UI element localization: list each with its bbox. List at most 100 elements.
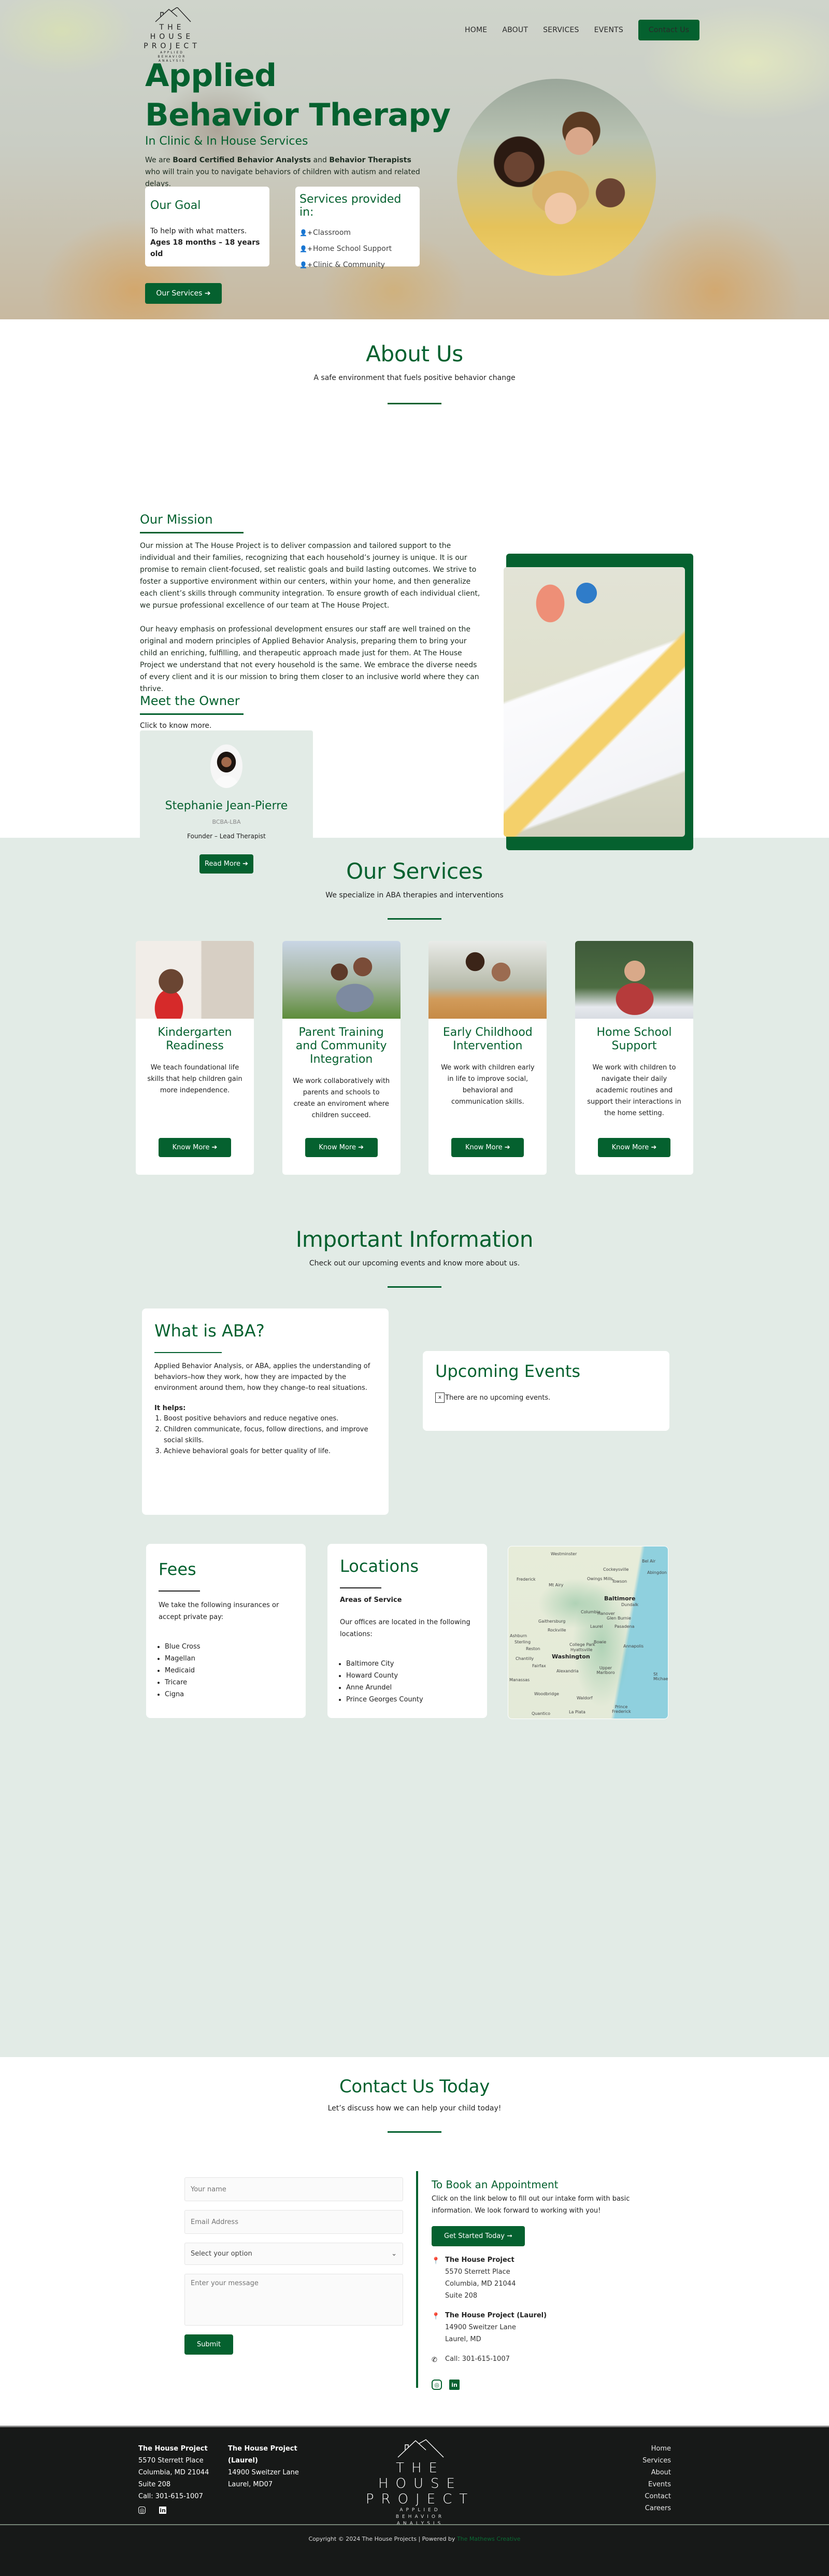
contact-title: Contact Us Today — [339, 2076, 490, 2097]
map-label: Owings Mills — [587, 1576, 613, 1581]
map-label: Frederick — [517, 1577, 536, 1582]
map-label: St Michaels — [653, 1672, 668, 1681]
know-more-button[interactable]: Know More ➔ — [159, 1138, 231, 1157]
get-started-button[interactable]: Get Started Today ➞ — [432, 2226, 525, 2246]
submit-button[interactable]: Submit — [184, 2334, 233, 2355]
address-laurel: 📍 The House Project (Laurel) 14900 Sweitz… — [432, 2310, 644, 2345]
divider — [388, 1286, 441, 1288]
map-label: Fairfax — [532, 1664, 546, 1668]
footer-address-line: Laurel, MD07 — [228, 2481, 273, 2488]
services-title: Our Services — [346, 858, 483, 884]
calendar-x-icon: x — [435, 1392, 445, 1403]
copyright-text: Copyright © 2024 The House Projects | Po… — [308, 2536, 457, 2542]
owner-name: Stephanie Jean-Pierre — [165, 799, 288, 812]
footer-link-home[interactable]: Home — [642, 2443, 671, 2455]
instagram-icon[interactable]: ◎ — [138, 2507, 146, 2514]
owner-hint: Click to know more. — [140, 722, 212, 730]
service-card: Early Childhood Intervention We work wit… — [428, 941, 547, 1175]
main-nav: HOME ABOUT SERVICES EVENTS Contact Us — [465, 20, 699, 40]
address-line: Suite 208 — [445, 2292, 478, 2300]
footer-link-careers[interactable]: Careers — [642, 2502, 671, 2514]
book-text: Click on the link below to fill out our … — [432, 2195, 630, 2215]
map-label: Quantico — [532, 1711, 550, 1716]
mission-title: Our Mission — [140, 512, 213, 527]
service-title: Parent Training and Community Integratio… — [295, 1026, 387, 1066]
divider — [154, 1352, 222, 1353]
map-label: Annapolis — [623, 1644, 644, 1649]
logo-line1: THE HOUSE — [150, 23, 194, 41]
nav-home[interactable]: HOME — [465, 26, 487, 34]
map-label: Chantilly — [516, 1656, 534, 1661]
read-more-button[interactable]: Read More ➔ — [199, 854, 253, 874]
map-label: Bowie — [594, 1640, 607, 1644]
map-label: Baltimore — [604, 1595, 636, 1602]
map-label: Upper Marlboro — [596, 1666, 615, 1675]
about-title: About Us — [366, 341, 463, 367]
locations-title: Locations — [340, 1556, 419, 1576]
footer-address-line: 14900 Sweitzer Lane — [228, 2469, 299, 2476]
footer-link-about[interactable]: About — [642, 2467, 671, 2479]
phone-icon: ✆ — [432, 2356, 437, 2364]
upcoming-events-card: Upcoming Events x There are no upcoming e… — [423, 1351, 669, 1431]
map-label: Abingdon — [647, 1570, 667, 1575]
map-label: Manassas — [509, 1678, 530, 1682]
goal-card: Our Goal To help with what matters. Ages… — [145, 187, 269, 266]
hero-title: Applied Behavior Therapy — [145, 56, 451, 135]
aba-helps-label: It helps: — [154, 1404, 186, 1412]
map-label: Dundalk — [621, 1602, 639, 1607]
linkedin-icon[interactable]: in — [449, 2380, 460, 2390]
nav-about[interactable]: ABOUT — [502, 26, 528, 34]
footer-link-events[interactable]: Events — [642, 2479, 671, 2490]
logo-line1: THE HOUSE — [378, 2460, 462, 2491]
know-more-button[interactable]: Know More ➔ — [451, 1138, 524, 1157]
service-area-map[interactable]: Westminster Bel Air Cockeysville Abingdo… — [508, 1546, 668, 1719]
fees-title: Fees — [159, 1559, 196, 1579]
services-section: Our Services We specialize in ABA therap… — [0, 838, 829, 2057]
house-logo-icon — [155, 7, 191, 22]
footer-address-line: Suite 208 — [138, 2481, 171, 2488]
linkedin-icon[interactable]: in — [159, 2507, 166, 2514]
address-name: The House Project (Laurel) — [445, 2312, 547, 2319]
classroom-photo — [504, 567, 685, 837]
powered-by-link[interactable]: The Mathews Creative — [457, 2536, 521, 2542]
option-select[interactable]: Select your option ⌄ — [184, 2243, 403, 2265]
footer-link-services[interactable]: Services — [642, 2455, 671, 2467]
nav-events[interactable]: EVENTS — [594, 26, 623, 34]
goal-ages: Ages 18 months – 18 years old — [150, 238, 260, 258]
know-more-button[interactable]: Know More ➔ — [305, 1138, 378, 1157]
message-textarea[interactable] — [184, 2274, 403, 2326]
footer-link-contact[interactable]: Contact — [642, 2490, 671, 2502]
services-provided-title: Services provided in: — [299, 193, 402, 219]
desc-text: and — [311, 156, 330, 164]
service-card: Parent Training and Community Integratio… — [282, 941, 401, 1175]
our-services-button[interactable]: Our Services ➔ — [145, 283, 222, 304]
map-label: Towson — [612, 1579, 627, 1584]
instagram-icon[interactable]: ◎ — [432, 2380, 442, 2390]
email-input[interactable] — [184, 2210, 403, 2234]
name-input[interactable] — [184, 2177, 403, 2201]
service-image — [575, 941, 693, 1019]
logo-tag: BEHAVIOR — [395, 2514, 445, 2519]
know-more-button[interactable]: Know More ➔ — [597, 1138, 670, 1157]
footer-address-line: Columbia, MD 21044 — [138, 2469, 209, 2476]
service-text: We work with children early in life to i… — [441, 1064, 535, 1106]
list-item: Tricare — [165, 1677, 293, 1688]
phone-number[interactable]: Call: 301-615-1007 — [445, 2353, 510, 2366]
no-events-text: There are no upcoming events. — [445, 1393, 551, 1402]
contact-us-button[interactable]: Contact Us — [638, 20, 699, 40]
footer-address-name: The House Project — [228, 2445, 297, 2453]
nav-services[interactable]: SERVICES — [543, 26, 579, 34]
logo[interactable]: THE HOUSE PROJECT APPLIED BEHAVIOR ANALY… — [139, 7, 205, 63]
list-item: 👤+ Clinic & Community — [299, 257, 416, 273]
select-value: Select your option — [191, 2250, 252, 2258]
mission-paragraph: Our heavy emphasis on professional devel… — [140, 625, 479, 693]
map-label: Hanover — [597, 1611, 615, 1616]
events-title: Upcoming Events — [435, 1361, 581, 1381]
footer-logo[interactable]: THE HOUSE PROJECT APPLIED BEHAVIOR ANALY… — [355, 2439, 485, 2527]
service-text: We work collaboratively with parents and… — [293, 1077, 390, 1119]
service-image — [136, 941, 254, 1019]
service-title: Early Childhood Intervention — [442, 1026, 533, 1052]
divider — [340, 1587, 381, 1588]
owner-card[interactable]: Stephanie Jean-Pierre BCBA-LBA Founder –… — [140, 730, 313, 892]
footer-nav: Home Services About Events Contact Caree… — [642, 2443, 671, 2514]
